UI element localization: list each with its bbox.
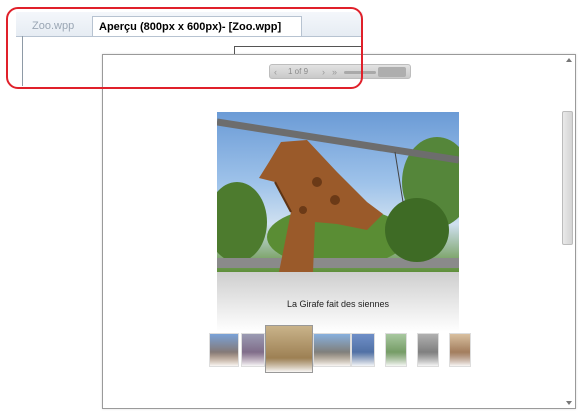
thumbnail-7[interactable]: [417, 333, 439, 367]
thumbnail-2[interactable]: [241, 333, 265, 367]
scroll-up-arrow-icon[interactable]: [566, 58, 572, 62]
thumbnail-6[interactable]: [385, 333, 407, 367]
preview-window: ‹ 1 of 9 › » La Girafe fait des siennes: [102, 54, 576, 409]
zoom-box[interactable]: [378, 67, 406, 77]
thumbnail-3-selected[interactable]: [265, 325, 313, 373]
vertical-scrollbar-thumb[interactable]: [562, 111, 573, 245]
thumbnail-1[interactable]: [209, 333, 239, 367]
giraffe-photo-icon: [217, 118, 459, 272]
thumbnail-8[interactable]: [449, 333, 471, 367]
slideshow-main-photo[interactable]: [217, 112, 459, 272]
scroll-down-arrow-icon[interactable]: [566, 401, 572, 405]
thumbnail-4[interactable]: [313, 333, 351, 367]
thumbnail-strip: [209, 325, 471, 383]
red-highlight-annotation: [6, 7, 363, 89]
thumbnail-5[interactable]: [351, 333, 375, 367]
slide-caption: La Girafe fait des siennes: [286, 299, 390, 309]
